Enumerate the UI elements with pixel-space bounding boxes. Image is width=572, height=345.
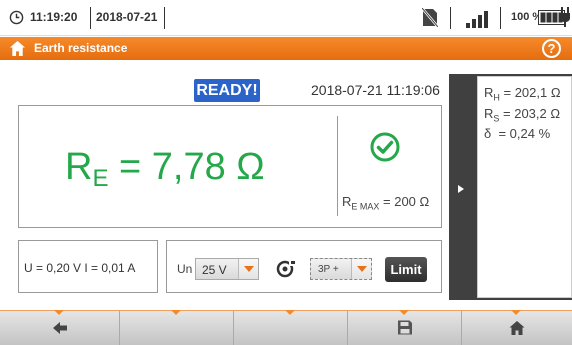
result-symbol: R [65,146,93,188]
rh-value: = 202,1 Ω [499,85,561,100]
status-divider [90,7,91,29]
mode-value: 3P + [318,264,339,275]
voltage-current-readout: U = 0,20 V I = 0,01 A [24,261,136,275]
help-icon[interactable]: ? [542,39,561,58]
status-date: 2018-07-21 [96,10,158,24]
toolbar-slot-empty[interactable] [119,311,233,345]
panel-divider [337,116,338,216]
remax-subscript: E MAX [351,201,380,212]
status-bar: 11:19:20 2018-07-21 100 % [0,0,572,36]
rs-symbol: R [484,106,494,121]
earth-resistance-result: RE = 7,78 Ω [65,146,265,193]
toolbar-marker [171,310,181,315]
remax-symbol: R [342,194,352,209]
clock-icon [9,10,24,25]
delta-value: = 0,24 % [491,126,551,141]
remax-limit: RE MAX = 200 Ω [342,194,429,212]
result-panel: RE = 7,78 Ω RE MAX = 200 Ω [18,105,442,228]
chevron-down-icon[interactable] [351,259,371,279]
status-divider [500,7,501,29]
back-arrow-icon [52,322,67,334]
measurement-mode-select[interactable]: 3P + [310,258,372,280]
remax-value: = 200 Ω [379,194,430,209]
measurement-datetime: 2018-07-21 11:19:06 [311,82,440,98]
toolbar-marker [285,310,295,315]
status-divider [164,7,165,29]
save-button[interactable] [347,311,461,345]
side-results-panel: RH = 202,1 Ω RS = 203,2 Ω δ = 0,24 % [477,76,572,298]
un-voltage-select[interactable]: 25 V [195,258,259,280]
status-divider [450,7,451,29]
rh-result: RH = 202,1 Ω [484,85,561,103]
page-title: Earth resistance [34,41,128,55]
rs-result: RS = 203,2 Ω [484,106,560,124]
home-icon[interactable] [9,40,26,57]
result-subscript: E [92,165,109,192]
result-value: = 7,78 Ω [108,146,265,188]
toolbar-marker [399,310,409,315]
toolbar-marker [54,310,64,315]
voltage-current-box: U = 0,20 V I = 0,01 A [18,240,158,293]
save-icon [397,320,412,335]
expand-arrow-icon[interactable] [458,185,464,193]
un-voltage-value: 25 V [202,263,227,277]
rs-value: = 203,2 Ω [499,106,561,121]
rh-symbol: R [484,85,494,100]
bottom-toolbar [0,310,572,345]
delta-result: δ = 0,24 % [484,126,550,141]
plug-icon [560,7,570,27]
home-icon [509,321,525,335]
toolbar-slot-empty[interactable] [233,311,347,345]
settings-box: Un 25 V 3P + Limit [166,240,442,293]
status-time: 11:19:20 [30,10,78,24]
un-label: Un [177,262,193,276]
toolbar-marker [511,310,521,315]
home-button[interactable] [461,311,572,345]
limit-button[interactable]: Limit [385,257,427,282]
chevron-down-icon[interactable] [238,259,258,279]
no-sd-card-icon [422,8,438,27]
clamp-probe-icon [276,260,295,278]
check-ok-icon [370,132,400,162]
back-button[interactable] [0,311,119,345]
status-badge: READY! [194,79,260,102]
signal-strength-icon [466,11,488,28]
header-bar: Earth resistance ? [0,37,572,60]
